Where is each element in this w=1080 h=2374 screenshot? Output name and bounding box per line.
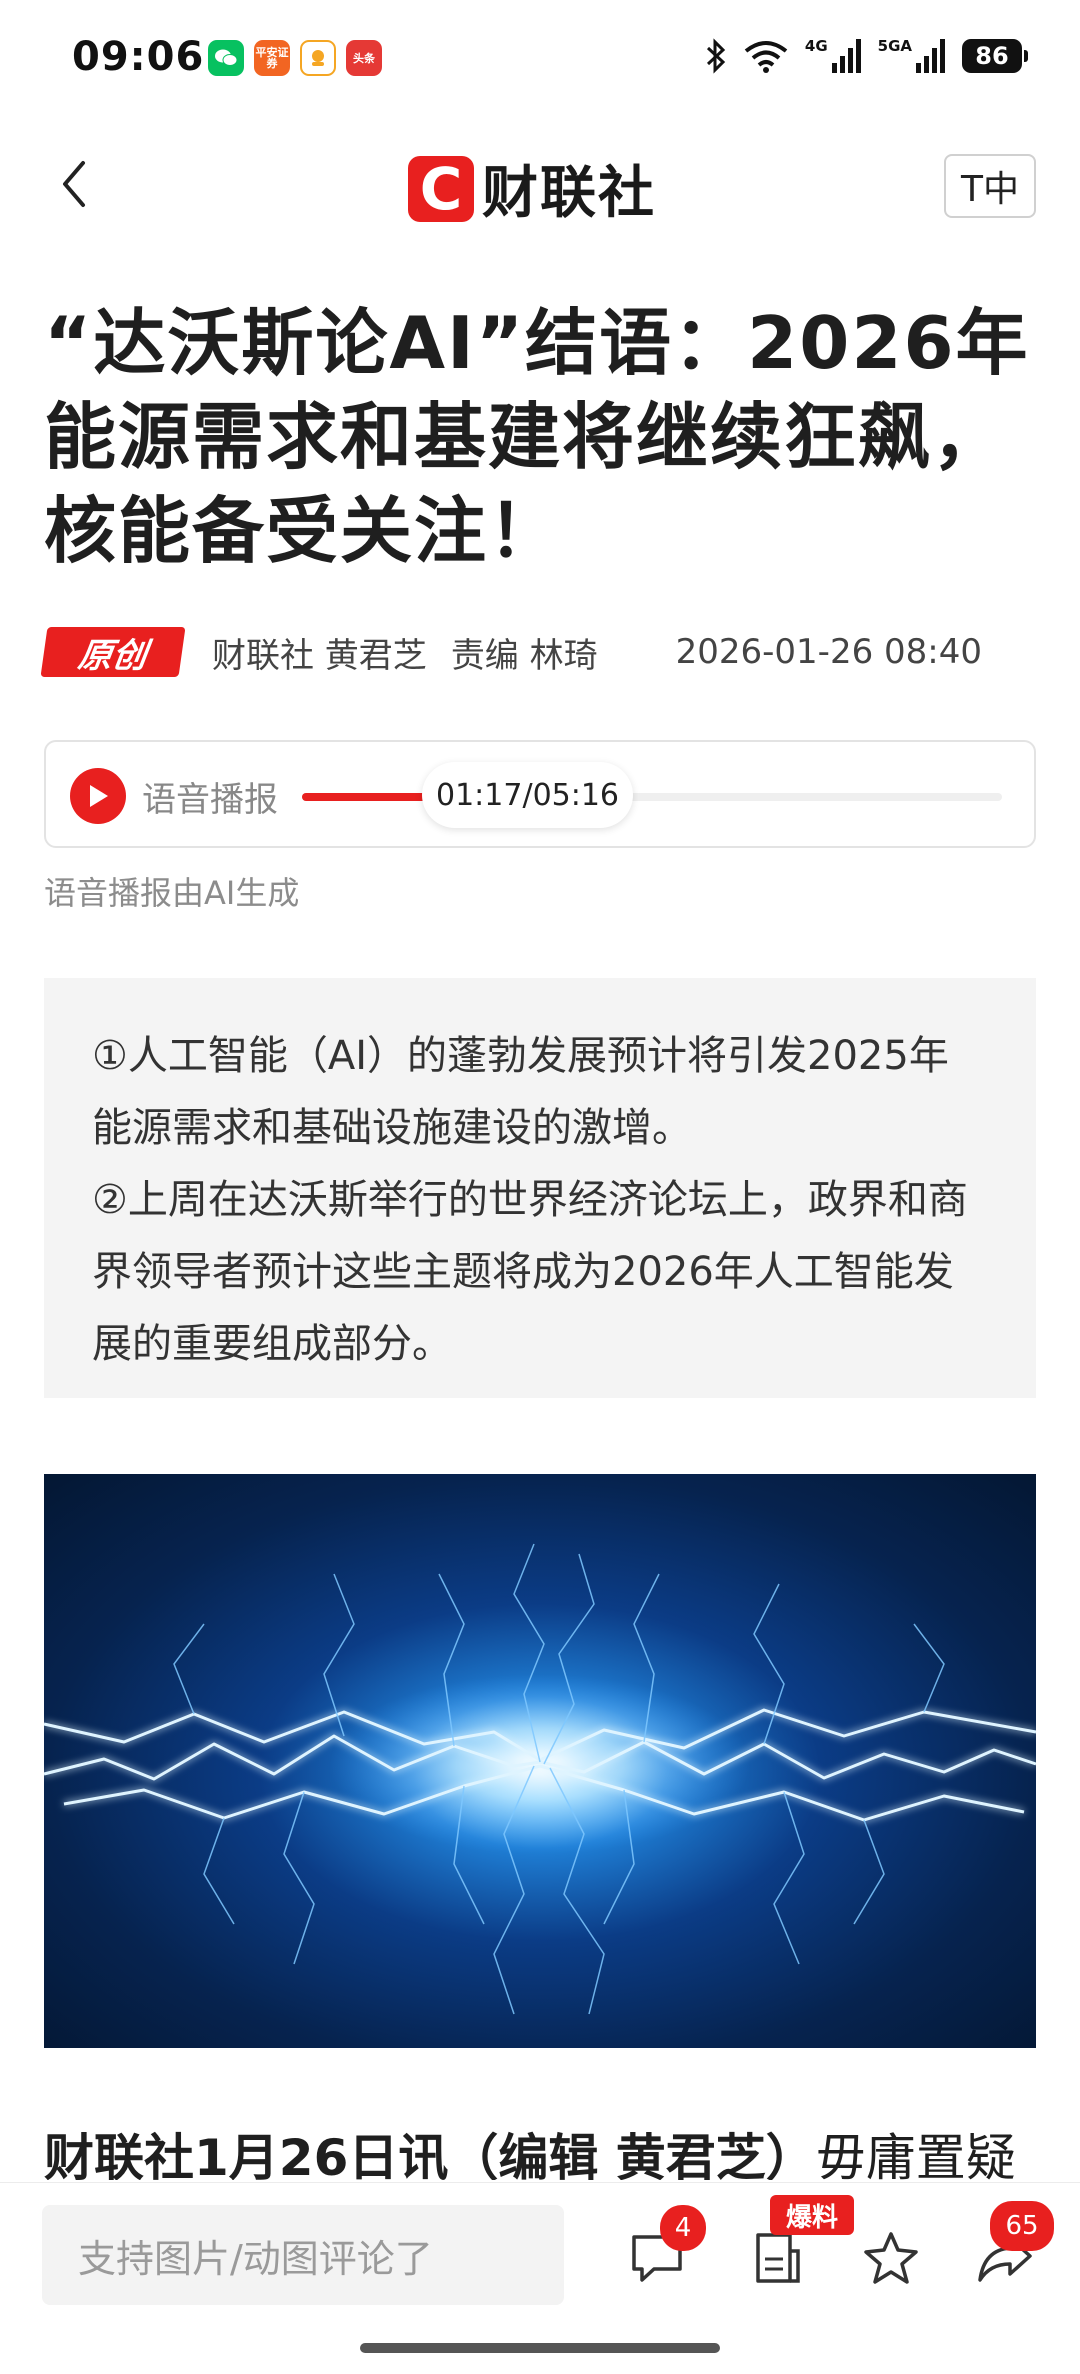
article-title: “达沃斯论AI”结语：2026年能源需求和基建将继续狂飙，核能备受关注！: [44, 301, 1030, 573]
bluetooth-icon: [705, 38, 727, 74]
notification-app-icons: 平安证券 头条: [208, 40, 382, 76]
bottom-action-bar: 支持图片/动图评论了 4 爆料 65: [0, 2182, 1080, 2374]
audio-progress-track[interactable]: [302, 793, 1002, 801]
cls-logo: C 财联社: [408, 148, 656, 229]
audio-time-thumb[interactable]: 01:17/05:16: [422, 762, 634, 828]
comment-input[interactable]: 支持图片/动图评论了: [42, 2205, 564, 2305]
original-badge: 原创: [40, 627, 186, 677]
article-author[interactable]: 财联社 黄君芝: [212, 628, 427, 677]
pingan-securities-icon: 平安证券: [254, 40, 290, 76]
tip-off-badge: 爆料: [770, 2195, 854, 2235]
signal-4g-label: 4G: [804, 37, 828, 55]
summary-point-1: ①人工智能（AI）的蓬勃发展预计将引发2025年能源需求和基础设施建设的激增。: [92, 1033, 949, 1151]
article-meta: 原创 财联社 黄君芝 责编 林琦 2026-01-26 08:40: [40, 624, 1040, 680]
audio-ai-note: 语音播报由AI生成: [44, 874, 300, 912]
font-size-button[interactable]: T中: [944, 154, 1036, 218]
article-date: 2026-01-26 08:40: [675, 632, 982, 672]
body-rest: 毋庸置疑: [815, 2129, 1016, 2180]
summary-point-2: ②上周在达沃斯举行的世界经济论坛上，政界和商界领导者预计这些主题将成为2026年…: [92, 1177, 968, 1367]
wechat-icon: [208, 40, 244, 76]
article-body-first-line: 财联社1月26日讯（编辑 黄君芝）毋庸置疑: [44, 2118, 1044, 2180]
play-icon: [90, 785, 108, 807]
favorite-button[interactable]: [846, 2213, 936, 2303]
logo-text: 财联社: [482, 161, 656, 226]
toutiao-icon: 头条: [346, 40, 382, 76]
back-button[interactable]: [44, 154, 104, 214]
play-button[interactable]: [70, 768, 126, 824]
document-icon: [756, 2233, 800, 2283]
audio-label: 语音播报: [142, 780, 278, 820]
system-icons: 4G 5GA 86: [705, 37, 1028, 74]
signal-4g-icon: [831, 39, 862, 73]
home-indicator[interactable]: [360, 2343, 720, 2353]
wifi-icon: [743, 39, 789, 73]
app-header: C 财联社 T中: [0, 140, 1080, 235]
status-bar: 09:06 平安证券 头条 4G 5GA 86: [0, 0, 1080, 120]
logo-mark: C: [408, 155, 474, 223]
article-editor: 责编 林琦: [450, 635, 598, 676]
body-lead: 财联社1月26日讯（编辑 黄君芝）: [44, 2129, 816, 2180]
chevron-left-icon: [63, 161, 85, 207]
comment-count-badge: 4: [660, 2205, 706, 2251]
status-time: 09:06: [72, 34, 205, 80]
signal-5ga-icon: [916, 39, 946, 73]
signal-5ga-label: 5GA: [877, 37, 912, 55]
share-count-badge: 65: [990, 2201, 1054, 2251]
battery-indicator: 86: [962, 39, 1028, 73]
star-icon: [864, 2232, 918, 2284]
article-hero-image[interactable]: [44, 1474, 1036, 2048]
app-yellow-icon: [300, 40, 336, 76]
audio-player: 语音播报 01:17/05:16: [44, 740, 1036, 848]
article-summary: ①人工智能（AI）的蓬勃发展预计将引发2025年能源需求和基础设施建设的激增。 …: [44, 978, 1036, 1398]
lightning-illustration: [44, 1543, 1036, 2015]
